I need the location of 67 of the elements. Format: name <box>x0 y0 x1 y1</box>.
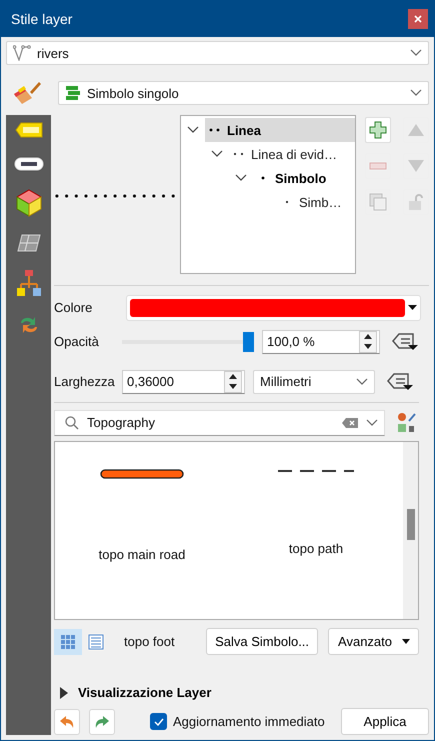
search-field[interactable]: Topography <box>54 410 385 436</box>
up-arrow-icon <box>364 334 372 340</box>
diagram-icon[interactable] <box>16 269 42 297</box>
undo-button[interactable] <box>54 708 80 735</box>
cube-icon[interactable] <box>16 189 42 217</box>
redo-icon <box>94 714 110 729</box>
line-preview-icon <box>233 152 245 156</box>
scrollbar-thumb[interactable] <box>406 508 414 540</box>
color-label: Colore <box>54 300 94 316</box>
line-preview-icon <box>209 128 221 132</box>
symbol-tree-item[interactable]: Simb… <box>277 190 355 214</box>
move-up-icon <box>407 123 425 137</box>
down-arrow-icon <box>364 344 372 350</box>
cloud-label-icon[interactable] <box>14 155 44 173</box>
symbol-name[interactable]: topo main road <box>98 546 186 562</box>
clear-icon[interactable] <box>342 418 358 428</box>
close-icon <box>414 15 422 23</box>
remove-icon <box>369 162 387 170</box>
opacity-label: Opacità <box>54 334 100 350</box>
spin-arrows-icon[interactable] <box>359 330 377 353</box>
save-symbol-button[interactable]: Salva Simbolo... <box>206 628 318 656</box>
symbol-tree-item[interactable]: Simbolo <box>253 166 355 190</box>
line-layer-icon <box>13 45 31 61</box>
lock-icon <box>407 193 425 211</box>
grid-icon <box>60 634 76 650</box>
unit-combo[interactable]: Millimetri <box>253 370 375 394</box>
slider-thumb[interactable] <box>243 332 254 352</box>
layer-combo[interactable]: rivers <box>6 41 429 65</box>
width-field[interactable]: 0,36000 <box>122 370 245 394</box>
caret-icon <box>60 686 68 699</box>
apply-button[interactable]: Applica <box>341 708 429 736</box>
dashed-line-icon <box>278 468 354 473</box>
search-icon <box>65 416 79 430</box>
move-down-icon <box>407 159 425 173</box>
up-arrow-icon <box>229 374 237 380</box>
color-button[interactable] <box>126 294 421 321</box>
undo-icon <box>59 714 75 729</box>
check-icon <box>154 718 164 726</box>
renderer-combo[interactable]: Simbolo singolo <box>58 81 429 105</box>
label-icon[interactable] <box>14 121 42 139</box>
down-arrow-icon <box>229 384 237 390</box>
width-label: Larghezza <box>54 374 116 390</box>
list-icon <box>88 634 104 650</box>
add-icon <box>369 121 387 139</box>
spin-arrows-icon[interactable] <box>224 370 242 393</box>
live-update-checkbox[interactable]: Aggiornamento immediato <box>150 713 325 730</box>
redo-button[interactable] <box>89 708 115 735</box>
layer-name: rivers <box>37 46 70 60</box>
paintbrush-icon <box>12 80 42 106</box>
style-manager-icon[interactable] <box>397 412 417 434</box>
symbol-tree-item[interactable]: Linea <box>205 118 355 142</box>
icon-view-button[interactable] <box>54 628 82 655</box>
caret-icon <box>402 639 410 644</box>
mesh-icon[interactable] <box>16 233 42 253</box>
close-button[interactable] <box>408 9 428 29</box>
section-toggle[interactable]: Visualizzazione Layer <box>54 685 429 700</box>
advanced-button[interactable]: Avanzato <box>328 628 419 656</box>
add-button[interactable] <box>365 117 391 143</box>
dropdown-arrow-icon <box>408 305 417 310</box>
opacity-field[interactable]: 100,0 % <box>262 330 380 354</box>
symbol-tree-item[interactable]: Linea di evid… <box>229 142 355 166</box>
symbol-name[interactable]: topo path <box>288 540 344 556</box>
window-title: Stile layer <box>11 11 72 27</box>
duplicate-icon <box>369 193 387 211</box>
renderer-name: Simbolo singolo <box>87 86 180 100</box>
symbol-name: topo foot <box>124 634 176 650</box>
single-symbol-icon <box>65 85 81 101</box>
